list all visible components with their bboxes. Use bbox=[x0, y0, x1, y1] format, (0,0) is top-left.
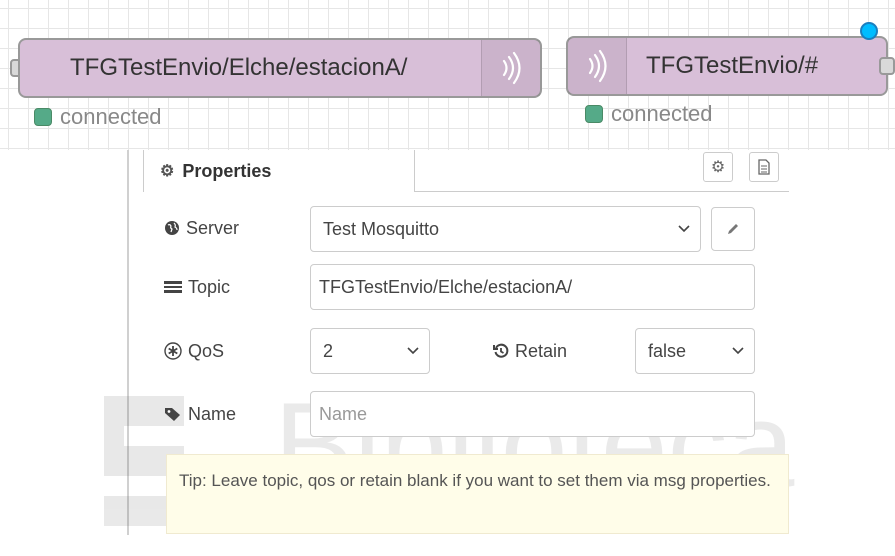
flow-canvas[interactable]: TFGTestEnvio/Elche/estacionA/ connected … bbox=[0, 0, 895, 150]
mqtt-out-node[interactable]: TFGTestEnvio/Elche/estacionA/ bbox=[18, 38, 542, 98]
qos-icon bbox=[164, 342, 182, 360]
status-indicator: connected bbox=[34, 104, 162, 130]
gear-icon: ⚙ bbox=[710, 159, 726, 176]
server-label: Server bbox=[164, 217, 239, 239]
status-text: connected bbox=[60, 104, 162, 129]
settings-tab-button[interactable]: ⚙ bbox=[703, 152, 733, 182]
tab-properties-label: Properties bbox=[182, 160, 272, 181]
wifi-icon bbox=[481, 40, 540, 96]
node-output-port[interactable] bbox=[879, 57, 895, 75]
topic-input[interactable]: TFGTestEnvio/Elche/estacionA/ bbox=[310, 264, 755, 310]
qos-label: QoS bbox=[164, 340, 224, 362]
description-tab-button[interactable] bbox=[749, 152, 779, 182]
tip-box: Tip: Leave topic, qos or retain blank if… bbox=[166, 454, 789, 534]
topic-label: Topic bbox=[164, 276, 230, 298]
wifi-icon bbox=[568, 38, 627, 94]
tag-icon bbox=[164, 406, 182, 422]
server-select[interactable]: Test Mosquitto bbox=[310, 206, 701, 252]
name-input[interactable]: Name bbox=[310, 391, 755, 437]
node-changed-indicator bbox=[860, 22, 878, 40]
chevron-down-icon bbox=[678, 225, 690, 233]
node-label: TFGTestEnvio/Elche/estacionA/ bbox=[70, 54, 408, 81]
retain-label: Retain bbox=[493, 340, 567, 362]
edit-server-button[interactable] bbox=[711, 207, 755, 251]
pencil-icon bbox=[728, 224, 738, 234]
node-label: TFGTestEnvio/# bbox=[646, 52, 819, 79]
panel-divider bbox=[127, 150, 129, 535]
list-icon bbox=[164, 280, 182, 294]
tab-underline bbox=[415, 191, 789, 192]
gear-icon: ⚙ bbox=[160, 163, 175, 180]
name-label: Name bbox=[164, 403, 236, 425]
tab-strip: ⚙ Properties ⚙ bbox=[143, 150, 789, 192]
status-dot bbox=[34, 108, 52, 126]
properties-panel: Biblioteca UNIVERSITAS Miguel Hernández … bbox=[0, 150, 895, 535]
globe-icon bbox=[164, 220, 180, 236]
mqtt-in-node[interactable]: TFGTestEnvio/# bbox=[566, 36, 888, 96]
history-icon bbox=[493, 343, 509, 359]
status-text: connected bbox=[611, 101, 713, 126]
chevron-down-icon bbox=[407, 347, 419, 355]
status-indicator: connected bbox=[585, 101, 713, 127]
tab-properties[interactable]: ⚙ Properties bbox=[143, 150, 415, 192]
qos-select[interactable]: 2 bbox=[310, 328, 430, 374]
status-dot bbox=[585, 105, 603, 123]
chevron-down-icon bbox=[732, 347, 744, 355]
document-icon bbox=[758, 159, 770, 175]
retain-select[interactable]: false bbox=[635, 328, 755, 374]
